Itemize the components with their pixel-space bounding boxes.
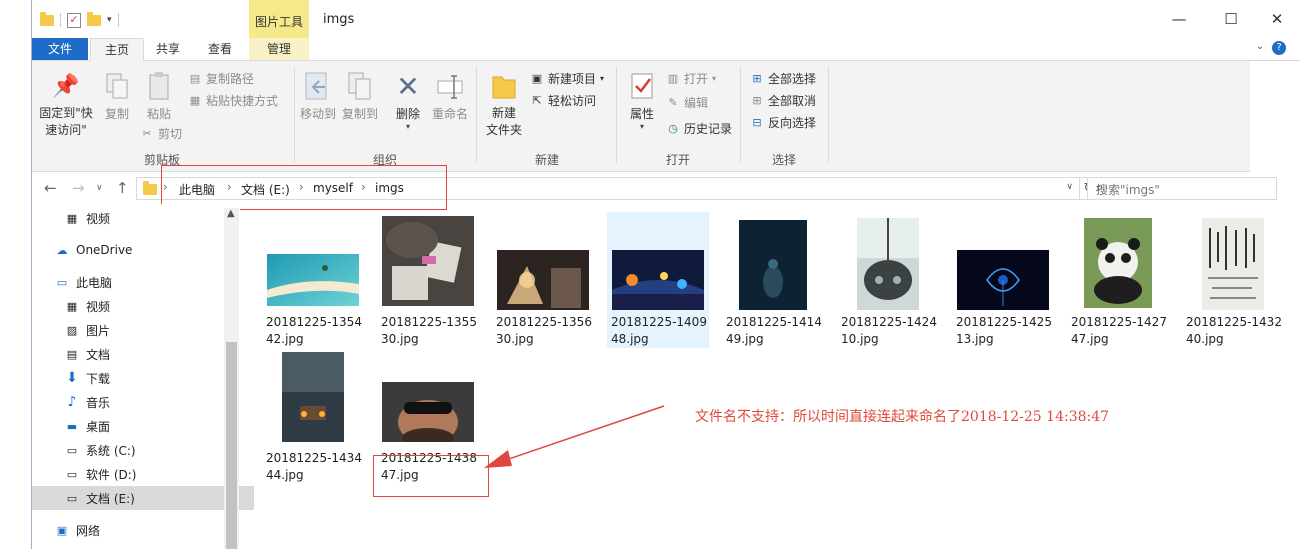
annotation-text: 文件名不支持：所以时间直接连起来命名了2018-12-25 14:38:47: [695, 409, 1110, 425]
annotation-arrow: [484, 405, 665, 468]
